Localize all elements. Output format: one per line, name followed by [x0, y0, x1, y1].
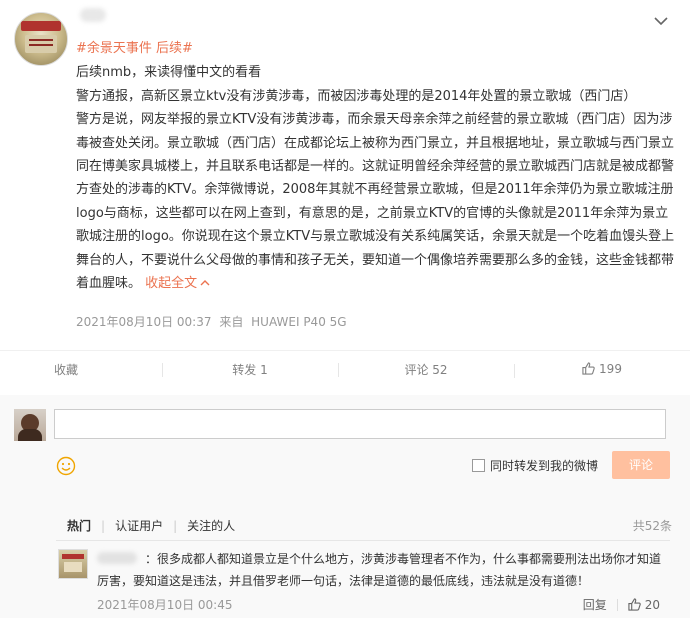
- tab-separator: |: [173, 518, 178, 533]
- like-icon: [628, 598, 641, 611]
- chevron-up-icon: [200, 280, 210, 286]
- favorite-button[interactable]: 收藏: [0, 361, 162, 378]
- author-name-blurred[interactable]: [80, 8, 106, 22]
- comment-label: 评论 52: [404, 362, 448, 377]
- comment-input[interactable]: [54, 409, 666, 439]
- like-button[interactable]: 199: [514, 362, 690, 378]
- comment-button[interactable]: 评论 52: [338, 361, 514, 378]
- post-meta: 2021年08月10日 00:37 来自 HUAWEI P40 5G: [76, 313, 351, 330]
- post-paragraph-text: 警方是说，网友举报的景立KTV没有涉黄涉毒，而余景天母亲余萍之前经营的景立歌城（…: [76, 112, 675, 292]
- reply-like-count: 20: [644, 597, 660, 612]
- collapse-label[interactable]: 收起全文: [145, 276, 197, 291]
- my-avatar[interactable]: [14, 409, 46, 441]
- collapse-link[interactable]: 收起全文: [141, 276, 210, 291]
- tab-hot[interactable]: 热门: [67, 517, 91, 534]
- comment-filter-tabs: 热门 | 认证用户 | 关注的人: [67, 517, 245, 534]
- comment-area: 同时转发到我的微博 评论 热门 | 认证用户 | 关注的人 共52条 ：很多成都…: [0, 395, 690, 618]
- like-icon: [582, 362, 595, 375]
- topic-link[interactable]: #余景天事件 后续#: [76, 37, 676, 60]
- post-paragraph: 警方通报，高新区景立ktv没有涉黄涉毒，而被因涉毒处理的是2014年处置的景立歌…: [76, 88, 637, 104]
- forward-label: 转发 1: [232, 362, 268, 377]
- like-count: 199: [599, 362, 622, 376]
- tab-following[interactable]: 关注的人: [187, 517, 235, 534]
- favorite-label: 收藏: [53, 362, 78, 377]
- reply-like-button[interactable]: 20: [628, 598, 660, 612]
- post-timestamp[interactable]: 2021年08月10日 00:37: [76, 315, 211, 329]
- comment-total: 共52条: [632, 519, 672, 533]
- divider: [56, 540, 670, 541]
- reply-text: ：很多成都人都知道景立是个什么地方，涉黄涉毒管理者不作为，什么事都需要刑法出场你…: [97, 552, 662, 588]
- reply-avatar[interactable]: [58, 549, 88, 579]
- reply-timestamp: 2021年08月10日 00:45: [97, 598, 233, 612]
- tab-separator: |: [101, 518, 106, 533]
- action-bar: 收藏 转发 1 评论 52 199: [0, 351, 690, 387]
- forward-option[interactable]: 同时转发到我的微博: [472, 457, 598, 474]
- tab-verified[interactable]: 认证用户: [115, 517, 163, 534]
- forward-button[interactable]: 转发 1: [162, 361, 338, 378]
- emoji-icon[interactable]: [56, 456, 76, 481]
- post-paragraph: 后续nmb，来读得懂中文的看看: [76, 65, 262, 81]
- reply-action-separator: [616, 598, 618, 611]
- post-paragraph: 警方是说，网友举报的景立KTV没有涉黄涉毒，而余景天母亲余萍之前经营的景立歌城（…: [76, 108, 676, 295]
- author-avatar[interactable]: [14, 12, 68, 66]
- source-prefix: 来自: [219, 315, 244, 329]
- reply-username-blurred[interactable]: [97, 552, 137, 564]
- forward-option-label: 同时转发到我的微博: [490, 459, 599, 473]
- forward-checkbox[interactable]: [472, 459, 485, 472]
- source-device[interactable]: HUAWEI P40 5G: [251, 315, 346, 329]
- reply-actions: 回复 20: [583, 596, 660, 613]
- submit-comment-button[interactable]: 评论: [612, 451, 670, 479]
- chevron-down-icon[interactable]: [654, 14, 668, 30]
- post-content: #余景天事件 后续# 后续nmb，来读得懂中文的看看 警方通报，高新区景立ktv…: [76, 37, 676, 295]
- reply-button[interactable]: 回复: [583, 596, 607, 613]
